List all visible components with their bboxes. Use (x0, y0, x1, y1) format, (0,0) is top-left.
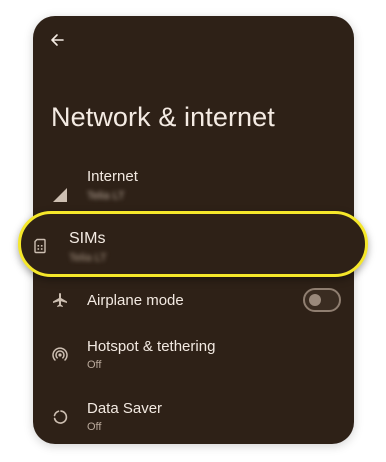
hotspot-label: Hotspot & tethering (87, 338, 216, 355)
internet-label: Internet (87, 168, 138, 185)
airplane-mode-label: Airplane mode (87, 292, 184, 309)
data-saver-label: Data Saver (87, 400, 163, 417)
sims-subtitle: Telia LT (69, 252, 107, 264)
hotspot-subtitle: Off (87, 359, 102, 371)
page-title: Network & internet (51, 102, 275, 132)
airplane-mode-toggle[interactable] (303, 288, 341, 312)
sims-label: SIMs (69, 230, 106, 247)
data-saver-item[interactable]: Data Saver Off (33, 398, 354, 444)
sims-item[interactable]: SIMs Telia LT (18, 211, 368, 277)
arrow-left-icon (51, 34, 64, 46)
toggle-knob (309, 294, 321, 306)
sim-card-icon (32, 238, 48, 254)
back-button[interactable] (45, 28, 69, 52)
hotspot-icon (51, 346, 69, 364)
internet-subtitle: Telia LT (87, 190, 125, 202)
data-saver-subtitle: Off (87, 421, 102, 433)
hotspot-item[interactable]: Hotspot & tethering Off (33, 336, 354, 394)
signal-icon (51, 186, 69, 204)
airplane-icon (51, 291, 69, 309)
data-saver-icon (51, 408, 69, 426)
